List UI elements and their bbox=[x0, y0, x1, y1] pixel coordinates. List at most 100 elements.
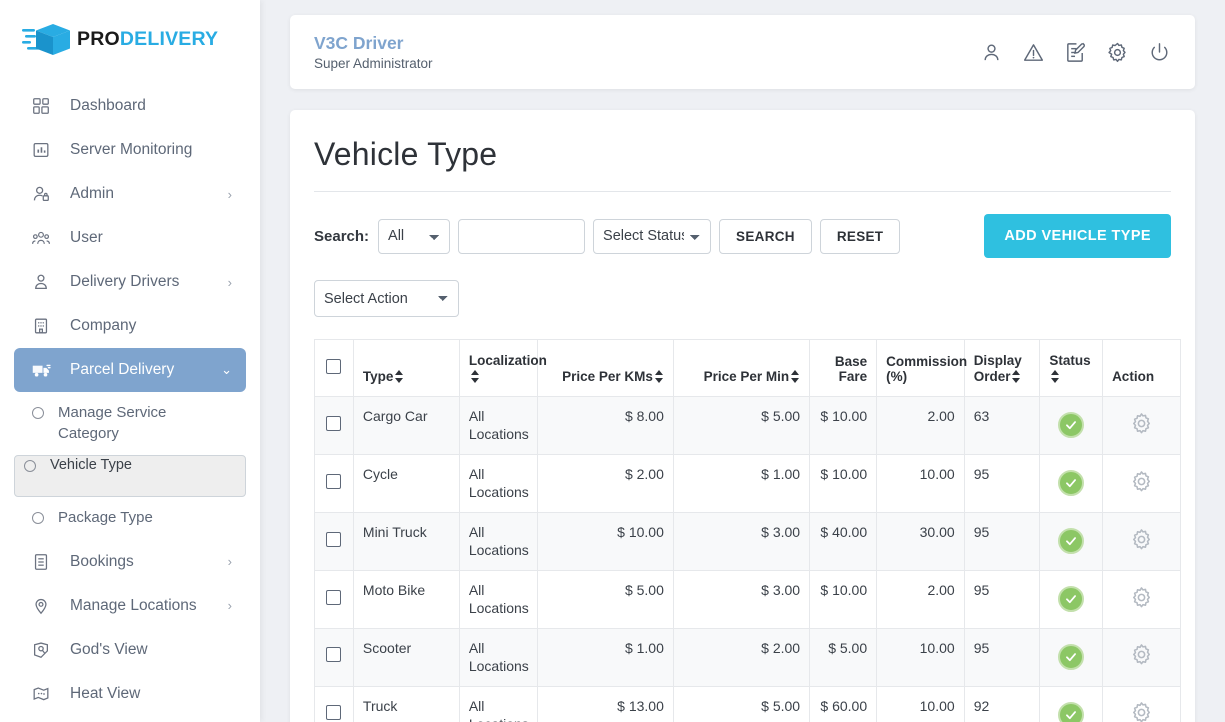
row-select-cell[interactable] bbox=[314, 627, 354, 687]
sidebar-item-heat-view[interactable]: Heat View bbox=[14, 672, 246, 716]
row-checkbox[interactable] bbox=[326, 415, 342, 431]
topbar-subtitle: Super Administrator bbox=[314, 56, 433, 72]
cell-display-order: 92 bbox=[963, 685, 1041, 722]
sort-icon[interactable] bbox=[470, 370, 480, 383]
sort-icon[interactable] bbox=[1012, 370, 1021, 383]
row-select-cell[interactable] bbox=[314, 453, 354, 513]
sidebar-item-label: Manage Locations bbox=[70, 596, 197, 614]
sort-icon[interactable] bbox=[791, 370, 800, 383]
sidebar-item-parcel-delivery[interactable]: Parcel Delivery ⌄ bbox=[14, 348, 246, 392]
header-display-order[interactable]: Display Order bbox=[963, 339, 1041, 397]
table-row: Cargo Car All Locations $ 8.00 $ 5.00 $ 10.0… bbox=[314, 396, 1181, 455]
sidebar-item-admin[interactable]: Admin › bbox=[14, 172, 246, 216]
cell-status bbox=[1039, 627, 1104, 687]
sidebar-item-label: Bookings bbox=[70, 552, 134, 570]
cell-price-per-kms: $ 1.00 bbox=[536, 627, 674, 687]
header-select-all[interactable] bbox=[314, 339, 354, 397]
cell-action bbox=[1102, 685, 1181, 722]
row-select-cell[interactable] bbox=[314, 396, 354, 455]
edit-document-icon[interactable] bbox=[1064, 41, 1087, 64]
cell-base-fare: $ 10.00 bbox=[809, 396, 878, 455]
sort-icon[interactable] bbox=[1051, 370, 1060, 383]
sort-icon[interactable] bbox=[654, 370, 664, 383]
chart-icon bbox=[30, 139, 52, 161]
admin-user-icon bbox=[30, 183, 52, 205]
sidebar-item-label: Parcel Delivery bbox=[70, 361, 175, 378]
sidebar-item-company[interactable]: Company bbox=[14, 304, 246, 348]
status-active-icon[interactable] bbox=[1058, 470, 1085, 497]
sort-icon[interactable] bbox=[395, 370, 404, 383]
header-price-per-kms[interactable]: Price Per KMs bbox=[536, 339, 674, 397]
row-gear-icon[interactable] bbox=[1129, 469, 1154, 498]
header-localization[interactable]: Localization bbox=[458, 339, 547, 397]
status-active-icon[interactable] bbox=[1058, 702, 1085, 722]
topbar-icons bbox=[980, 41, 1171, 64]
header-label: Localization bbox=[468, 353, 547, 368]
main-content: V3C Driver Super Administrator Vehicle T… bbox=[260, 0, 1225, 722]
users-icon bbox=[30, 227, 52, 249]
sidebar-item-user[interactable]: User bbox=[14, 216, 246, 260]
cell-price-per-min: $ 3.00 bbox=[672, 569, 811, 629]
sidebar-item-package-type[interactable]: Package Type bbox=[14, 497, 246, 540]
status-active-icon[interactable] bbox=[1058, 412, 1085, 439]
sidebar-item-manage-service-category[interactable]: Manage Service Category bbox=[14, 392, 246, 455]
row-select-cell[interactable] bbox=[314, 511, 354, 571]
header-label: Status bbox=[1049, 353, 1091, 368]
header-type[interactable]: Type bbox=[352, 339, 460, 397]
table-body: Cargo Car All Locations $ 8.00 $ 5.00 $ 10.0… bbox=[314, 396, 1181, 722]
warning-triangle-icon[interactable] bbox=[1022, 41, 1045, 64]
header-status[interactable]: Status bbox=[1039, 339, 1104, 397]
row-checkbox[interactable] bbox=[326, 705, 342, 721]
row-checkbox[interactable] bbox=[326, 531, 342, 547]
search-button[interactable]: SEARCH bbox=[719, 218, 812, 254]
status-active-icon[interactable] bbox=[1058, 528, 1085, 555]
sidebar-item-gods-view[interactable]: God's View bbox=[14, 628, 246, 672]
brand-delivery: DELIVERY bbox=[119, 28, 219, 50]
sidebar-subitem-label: Package Type bbox=[58, 509, 153, 527]
status-active-icon[interactable] bbox=[1058, 644, 1085, 671]
map-pin-view-icon bbox=[30, 639, 52, 661]
sidebar-item-manage-locations[interactable]: Manage Locations › bbox=[14, 584, 246, 628]
brand-logo[interactable]: PRODELIVERY bbox=[0, 0, 260, 79]
row-select-cell[interactable] bbox=[314, 569, 354, 629]
header-label: Action bbox=[1112, 369, 1155, 384]
row-gear-icon[interactable] bbox=[1129, 411, 1154, 440]
row-gear-icon[interactable] bbox=[1129, 585, 1154, 614]
header-label: Price Per KMs bbox=[562, 369, 653, 384]
search-scope-select[interactable]: All bbox=[378, 218, 451, 254]
sidebar-item-delivery-drivers[interactable]: Delivery Drivers › bbox=[14, 260, 246, 304]
row-checkbox[interactable] bbox=[326, 589, 342, 605]
row-checkbox[interactable] bbox=[326, 647, 342, 663]
row-gear-icon[interactable] bbox=[1129, 642, 1154, 671]
header-price-per-min[interactable]: Price Per Min bbox=[672, 339, 811, 397]
cell-display-order: 95 bbox=[963, 511, 1041, 571]
row-gear-icon[interactable] bbox=[1129, 700, 1154, 722]
power-icon[interactable] bbox=[1148, 41, 1171, 64]
status-filter-select[interactable]: Select Status bbox=[593, 218, 712, 254]
sidebar-item-vehicle-type[interactable]: Vehicle Type bbox=[14, 455, 246, 498]
add-vehicle-type-button[interactable]: ADD VEHICLE TYPE bbox=[984, 214, 1171, 258]
content-card: Vehicle Type Search: All Select Status S… bbox=[290, 110, 1195, 722]
row-checkbox[interactable] bbox=[326, 473, 342, 489]
cell-display-order: 95 bbox=[963, 453, 1041, 513]
sidebar-nav: Dashboard Server Monitoring Admin › User… bbox=[0, 79, 260, 716]
filter-toolbar: Search: All Select Status SEARCH RESET A… bbox=[314, 214, 1171, 258]
search-input[interactable] bbox=[458, 218, 586, 254]
user-icon[interactable] bbox=[980, 41, 1003, 64]
status-active-icon[interactable] bbox=[1058, 586, 1085, 613]
reset-button[interactable]: RESET bbox=[819, 218, 901, 254]
bulk-action-select[interactable]: Select Action bbox=[314, 280, 459, 317]
gear-icon[interactable] bbox=[1106, 41, 1129, 64]
sidebar-item-dashboard[interactable]: Dashboard bbox=[14, 84, 246, 128]
sidebar-subitem-label: Vehicle Type bbox=[50, 457, 132, 474]
sidebar-item-server-monitoring[interactable]: Server Monitoring bbox=[14, 128, 246, 172]
sidebar-item-bookings[interactable]: Bookings › bbox=[14, 540, 246, 584]
cell-price-per-min: $ 1.00 bbox=[672, 453, 811, 513]
cell-localization: All Locations bbox=[458, 453, 538, 513]
header-base-fare: Base Fare bbox=[809, 339, 878, 397]
select-all-checkbox[interactable] bbox=[326, 359, 342, 374]
chevron-right-icon: › bbox=[227, 554, 232, 570]
cell-action bbox=[1102, 627, 1181, 687]
row-gear-icon[interactable] bbox=[1129, 527, 1154, 556]
row-select-cell[interactable] bbox=[314, 685, 354, 722]
